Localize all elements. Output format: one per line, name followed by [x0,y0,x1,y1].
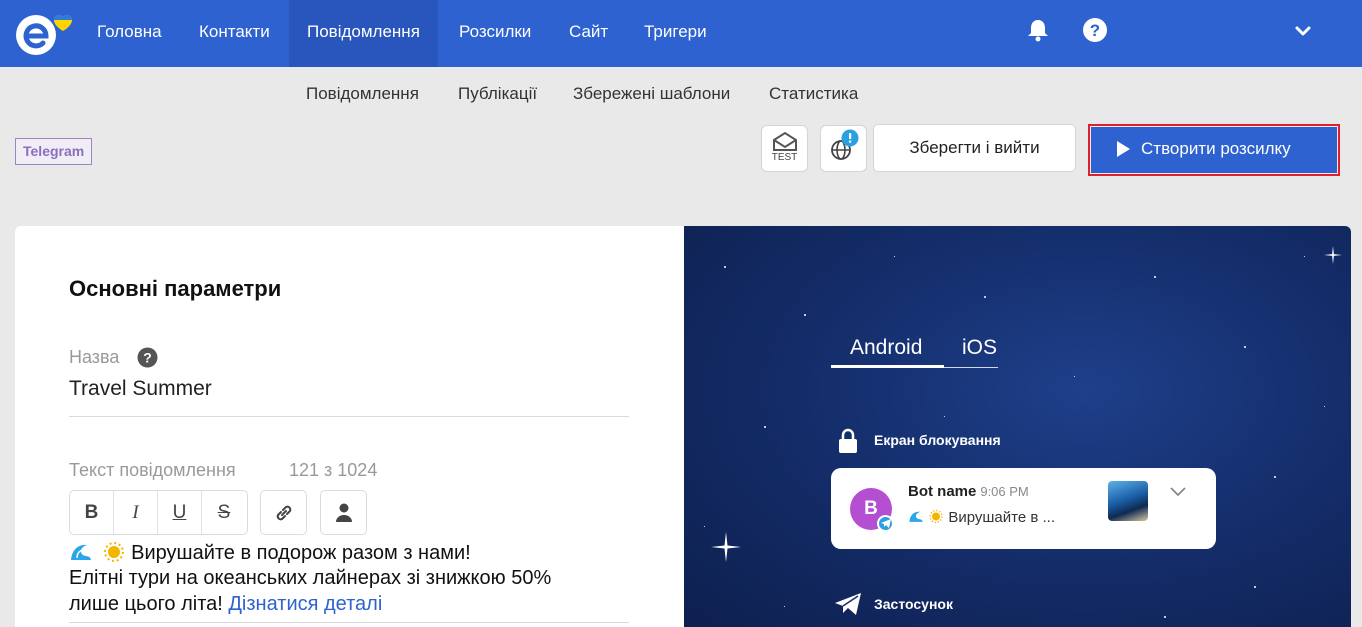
top-navigation: Головна Контакти Повідомлення Розсилки С… [0,0,1362,67]
notification-thumbnail [1108,481,1148,521]
envelope-icon [773,131,797,151]
message-line-1-text: Вирушайте в подорож разом з нами! [131,542,471,564]
section-title: Основні параметри [69,276,282,301]
strikethrough-button[interactable]: S [202,491,246,534]
subnav-messages[interactable]: Повідомлення [306,84,419,104]
notification-preview: B Bot name 9:06 PM Вирушайте в ... [831,468,1216,549]
tab-underline [944,367,998,368]
personalization-button[interactable] [320,490,367,535]
nav-contacts[interactable]: Контакти [199,0,270,67]
divider [69,622,629,623]
active-tab-indicator [831,365,944,368]
telegram-badge-icon [877,515,894,532]
star [984,296,986,298]
star [804,314,806,316]
alert-badge-icon [841,129,859,147]
test-send-button[interactable]: TEST [761,125,808,172]
channel-tag: Telegram [15,138,93,165]
star [1244,346,1246,348]
italic-button[interactable]: I [114,491,158,534]
subnav-publications[interactable]: Публікації [458,84,537,104]
star [1164,616,1166,618]
star [1074,376,1075,377]
wave-emoji-icon [909,511,923,522]
star [784,606,785,607]
message-text-label: Текст повідомлення [69,460,236,480]
wave-emoji-icon [71,544,91,560]
sparkle-icon [1324,246,1342,264]
char-counter: 121 з 1024 [289,460,378,480]
logo-icon[interactable] [14,9,80,57]
bell-icon[interactable] [1025,17,1051,43]
subnav-statistics[interactable]: Статистика [769,84,858,104]
nav-site[interactable]: Сайт [569,0,608,67]
play-icon [1117,141,1130,157]
lock-icon [839,428,857,453]
notification-message: Вирушайте в ... [908,509,1055,526]
chevron-down-icon[interactable] [1169,486,1187,498]
name-label: Назва [69,347,120,367]
help-icon[interactable]: ? [1082,17,1108,43]
divider [69,416,629,417]
tab-android[interactable]: Android [850,336,922,360]
link-button[interactable] [260,490,307,535]
format-toolbar: B I U S [69,490,248,535]
message-line-1[interactable]: Вирушайте в подорож разом з нами! [69,541,471,565]
star [1154,276,1156,278]
message-line-3-text: лише цього літа! [69,593,229,615]
star [1274,476,1276,478]
tab-ios[interactable]: iOS [962,336,997,360]
sun-emoji-icon [103,542,124,562]
svg-text:?: ? [143,350,152,366]
nav-triggers[interactable]: Тригери [644,0,707,67]
preview-panel: Android iOS Екран блокування B Bot name 9… [684,226,1351,627]
create-mailing-label: Створити розсилку [1141,139,1291,158]
star [724,266,726,268]
sun-emoji-icon [929,509,943,524]
nav-mailings[interactable]: Розсилки [459,0,531,67]
star [1304,256,1305,257]
link-icon [276,505,292,521]
star [944,416,945,417]
sparkle-icon [711,532,741,562]
underline-button[interactable]: U [158,491,202,534]
notification-message-text: Вирушайте в ... [948,509,1056,526]
details-link[interactable]: Дізнатися деталі [228,593,382,615]
message-line-3[interactable]: лише цього літа! Дізнатися деталі [69,593,382,616]
star [1324,406,1325,407]
save-and-exit-button[interactable]: Зберегти і вийти [873,124,1076,172]
star [704,526,705,527]
bold-button[interactable]: B [70,491,114,534]
main-parameters-panel: Основні параметри Назва ? Travel Summer … [15,226,684,627]
lock-screen-label: Екран блокування [874,432,1001,448]
nav-messages[interactable]: Повідомлення [289,0,438,67]
star [1254,586,1256,588]
telegram-icon [835,593,861,615]
help-icon[interactable]: ? [137,347,158,368]
language-button[interactable] [820,125,867,172]
star [894,256,895,257]
bot-name-text: Bot name [908,483,977,500]
nav-home[interactable]: Головна [97,0,162,67]
test-label: TEST [771,152,798,163]
app-label: Застосунок [874,596,953,612]
message-line-2[interactable]: Елітні тури на океанських лайнерах зі зн… [69,567,551,590]
create-mailing-button[interactable]: Створити розсилку [1091,127,1337,173]
notification-time: 9:06 PM [980,484,1029,499]
person-icon [336,503,352,522]
svg-text:?: ? [1090,21,1100,40]
chevron-down-icon[interactable] [1294,24,1312,38]
subnav-saved-templates[interactable]: Збережені шаблони [573,84,730,104]
bot-name: Bot name 9:06 PM [908,483,1029,500]
name-input[interactable]: Travel Summer [69,377,212,401]
star [764,426,766,428]
